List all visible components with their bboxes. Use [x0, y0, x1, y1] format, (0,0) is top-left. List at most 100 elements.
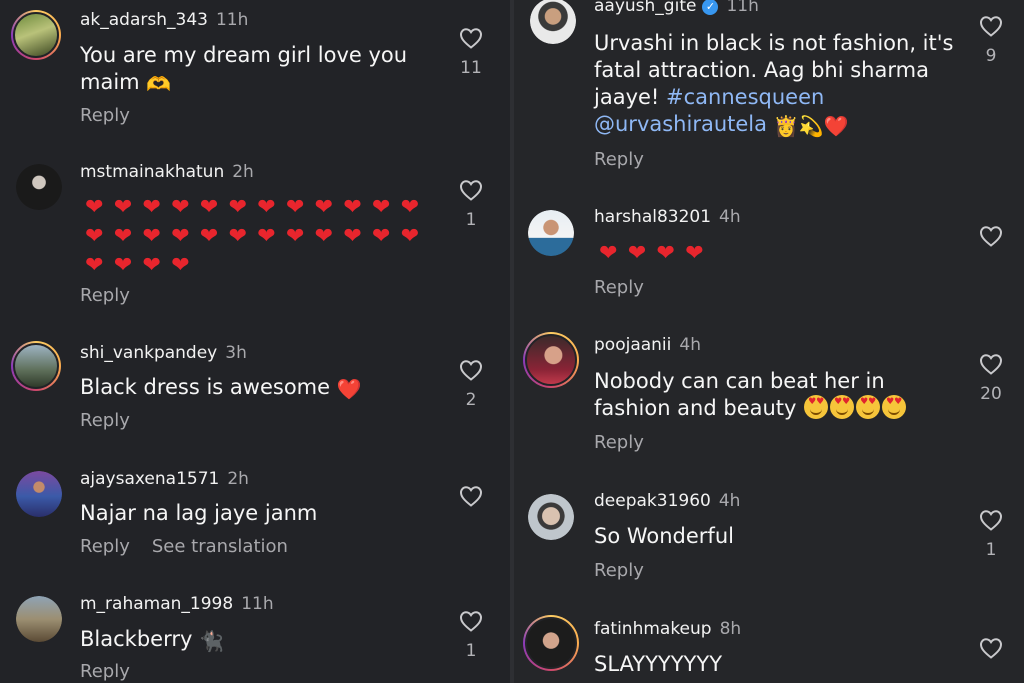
avatar[interactable] — [528, 494, 574, 540]
like-count: 9 — [985, 46, 997, 66]
comment-meta: harshal83201 4h — [594, 207, 741, 227]
timestamp: 4h — [679, 335, 701, 355]
reply-button[interactable]: Reply — [80, 105, 130, 126]
heart-outline-icon — [459, 180, 483, 201]
red-heart-emoji: ❤ — [372, 195, 391, 220]
red-heart-emoji: ❤ — [85, 253, 104, 278]
heart-outline-icon — [979, 16, 1003, 37]
username[interactable]: shi_vankpandey — [80, 343, 217, 363]
reply-button[interactable]: Reply — [80, 410, 130, 431]
username[interactable]: mstmainakhatun — [80, 162, 224, 182]
red-heart-emoji: ❤ — [257, 195, 276, 220]
heart-outline-icon — [459, 486, 483, 507]
red-heart-emoji: ❤ — [627, 241, 647, 266]
like-count: 1 — [985, 540, 997, 560]
red-heart-emoji: ❤ — [171, 253, 190, 278]
username[interactable]: poojaanii — [594, 335, 671, 355]
red-heart-emoji: ❤ — [113, 253, 133, 278]
red-heart-emoji: ❤ — [199, 195, 219, 220]
heart-hands-emoji: 🫶 — [146, 72, 172, 96]
like-button[interactable] — [458, 27, 484, 49]
timestamp: 11h — [726, 0, 759, 16]
username[interactable]: ak_adarsh_343 — [80, 10, 208, 30]
avatar[interactable] — [523, 615, 579, 671]
comment-text: Najar na lag jaye janm — [80, 501, 318, 525]
comment-meta: shi_vankpandey 3h — [80, 343, 247, 363]
username[interactable]: deepak31960 — [594, 491, 711, 511]
avatar[interactable] — [16, 596, 62, 642]
mention-link[interactable]: @urvashirautela — [594, 112, 767, 136]
red-heart-emoji: ❤ — [285, 195, 305, 220]
comment-text: Blackberry 🐈‍⬛ — [80, 627, 224, 653]
avatar[interactable] — [523, 332, 579, 388]
username[interactable]: ajaysaxena1571 — [80, 469, 219, 489]
red-heart-emoji: ❤ — [113, 224, 133, 249]
red-heart-emoji: ❤ — [400, 224, 420, 249]
heart-outline-icon — [979, 510, 1003, 531]
comment-text: Nobody can can beat her in fashion and b… — [594, 368, 964, 422]
like-button[interactable] — [458, 359, 484, 381]
username[interactable]: aayush_gite — [594, 0, 696, 16]
heart-outline-icon — [979, 638, 1003, 659]
reply-button[interactable]: Reply — [80, 285, 130, 306]
comment-text: So Wonderful — [594, 524, 734, 548]
heart-eyes-emoji — [856, 395, 881, 419]
timestamp: 2h — [232, 162, 254, 182]
comment-text: Urvashi in black is not fashion, it's fa… — [594, 31, 954, 138]
like-button[interactable] — [978, 15, 1004, 37]
timestamp: 4h — [719, 207, 741, 227]
avatar[interactable] — [16, 471, 62, 517]
red-heart-emoji: ❤ — [142, 195, 161, 220]
avatar[interactable] — [528, 210, 574, 256]
avatar[interactable] — [16, 164, 62, 210]
timestamp: 11h — [241, 594, 274, 614]
username[interactable]: harshal83201 — [594, 207, 711, 227]
like-button[interactable] — [458, 610, 484, 632]
comment-meta: ak_adarsh_343 11h — [80, 10, 248, 30]
reply-button[interactable]: Reply — [80, 661, 130, 682]
red-heart-emoji: ❤ — [171, 195, 190, 220]
like-button[interactable] — [978, 509, 1004, 531]
red-heart-emoji: ❤ — [142, 224, 161, 249]
timestamp: 8h — [719, 619, 742, 639]
red-heart-emoji: ❤ — [343, 224, 362, 249]
username[interactable]: fatinhmakeup — [594, 619, 712, 639]
like-button[interactable] — [978, 637, 1004, 659]
red-heart-emoji: ❤ — [372, 224, 391, 249]
verified-badge-icon: ✓ — [702, 0, 719, 15]
red-heart-emoji: ❤ — [228, 195, 247, 220]
hearts-row: ❤ ❤ ❤ ❤ ❤ ❤ ❤ ❤ ❤ ❤ ❤ ❤ ❤ ❤ ❤ ❤ ❤ ❤ ❤ ❤ ❤ ❤ ❤ ❤ ❤ ❤ ❤ ❤ — [80, 193, 430, 280]
hearts-row: ❤ ❤ ❤ ❤ — [594, 239, 944, 268]
heart-eyes-emoji-group: 😍😍😍😍 — [803, 395, 907, 420]
comment-meta: ajaysaxena1571 2h — [80, 469, 249, 489]
reply-button[interactable]: Reply — [594, 432, 644, 453]
like-button[interactable] — [978, 225, 1004, 247]
reply-button[interactable]: Reply — [594, 277, 644, 298]
like-count: 1 — [465, 210, 477, 230]
like-count: 20 — [980, 384, 1002, 404]
hashtag-link[interactable]: #cannesqueen — [666, 85, 824, 109]
comment-meta: deepak31960 4h — [594, 491, 740, 511]
username[interactable]: m_rahaman_1998 — [80, 594, 233, 614]
comment-meta: m_rahaman_1998 11h — [80, 594, 274, 614]
red-heart-emoji: ❤ — [142, 253, 161, 278]
comment-text: SLAYYYYYYY — [594, 652, 723, 676]
comment-text: Black dress is awesome ❤️ — [80, 375, 362, 401]
avatar[interactable] — [11, 10, 61, 60]
red-heart-emoji: ❤ — [257, 224, 276, 249]
like-button[interactable] — [978, 353, 1004, 375]
avatar[interactable] — [530, 0, 576, 44]
see-translation-button[interactable]: See translation — [152, 536, 288, 557]
comment-meta: fatinhmakeup 8h — [594, 619, 741, 639]
timestamp: 2h — [227, 469, 249, 489]
reply-button[interactable]: Reply — [80, 536, 130, 557]
comment-meta: poojaanii 4h — [594, 335, 701, 355]
heart-eyes-emoji — [804, 395, 829, 419]
like-button[interactable] — [458, 179, 484, 201]
reply-button[interactable]: Reply — [594, 560, 644, 581]
like-button[interactable] — [458, 485, 484, 507]
like-count: 1 — [465, 641, 477, 661]
reply-button[interactable]: Reply — [594, 149, 644, 170]
heart-outline-icon — [979, 354, 1003, 375]
avatar[interactable] — [11, 341, 61, 391]
